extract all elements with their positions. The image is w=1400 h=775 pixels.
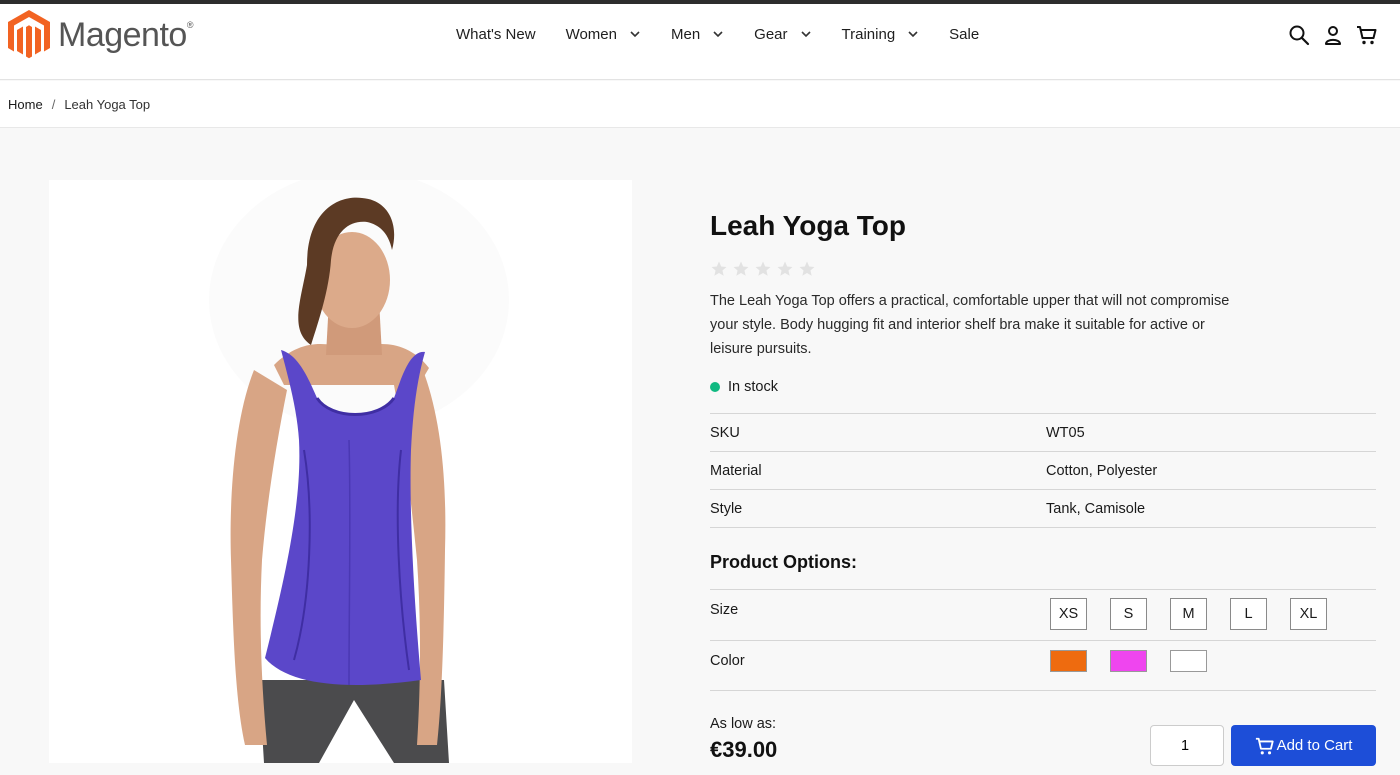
- size-label: Size: [710, 602, 739, 618]
- chevron-down-icon: [713, 31, 723, 38]
- color-swatch-pink[interactable]: [1110, 650, 1147, 672]
- nav-item-gear[interactable]: Gear: [754, 26, 811, 43]
- nav-item-sale[interactable]: Sale: [949, 26, 979, 43]
- magento-logo[interactable]: Magento®: [8, 10, 193, 60]
- size-swatch-xl[interactable]: XL: [1290, 598, 1327, 630]
- magento-logo-icon: [8, 10, 50, 59]
- star-icon: [754, 260, 772, 278]
- site-header: Magento® What's New Women Men Gear Train…: [0, 4, 1400, 80]
- chevron-down-icon: [630, 31, 640, 38]
- header-actions: [1288, 24, 1378, 46]
- breadcrumb: Home / Leah Yoga Top: [8, 97, 150, 112]
- add-to-cart-button[interactable]: Add to Cart: [1231, 725, 1376, 766]
- attribute-value: WT05: [1046, 424, 1085, 441]
- attribute-key: Material: [710, 462, 762, 479]
- nav-item-label: What's New: [456, 25, 536, 43]
- chevron-down-icon: [908, 31, 918, 38]
- cart-icon: [1255, 737, 1274, 754]
- nav-item-label: Sale: [949, 25, 980, 43]
- breadcrumb-bar: Home / Leah Yoga Top: [0, 81, 1400, 128]
- nav-item-men[interactable]: Men: [671, 26, 724, 43]
- logo-wordmark: Magento®: [58, 15, 193, 54]
- color-option-row: Color: [710, 641, 1376, 691]
- color-swatches: [1050, 650, 1207, 672]
- cart-icon[interactable]: [1356, 24, 1378, 46]
- nav-item-whats-new[interactable]: What's New: [456, 26, 536, 43]
- color-label: Color: [710, 653, 745, 669]
- attribute-value: Cotton, Polyester: [1046, 462, 1158, 479]
- table-row: Style Tank, Camisole: [710, 490, 1376, 528]
- stock-indicator-dot: [710, 382, 720, 392]
- size-swatches: XS S M L XL: [1050, 598, 1327, 630]
- color-swatch-orange[interactable]: [1050, 650, 1087, 672]
- search-icon[interactable]: [1288, 24, 1310, 46]
- breadcrumb-separator: /: [51, 97, 56, 112]
- nav-item-women[interactable]: Women: [566, 26, 641, 43]
- nav-item-label: Men: [670, 25, 701, 43]
- product-price: €39.00: [710, 737, 778, 762]
- nav-item-label: Training: [841, 25, 896, 43]
- rating-stars[interactable]: [710, 260, 816, 278]
- star-icon: [776, 260, 794, 278]
- add-to-cart-label: Add to Cart: [1276, 737, 1353, 754]
- star-icon: [710, 260, 728, 278]
- product-photo: [49, 180, 632, 763]
- quantity-input[interactable]: [1150, 725, 1224, 766]
- table-row: SKU WT05: [710, 414, 1376, 452]
- product-image[interactable]: [49, 180, 632, 763]
- size-option-row: Size XS S M L XL: [710, 590, 1376, 641]
- nav-item-training[interactable]: Training: [842, 26, 920, 43]
- attribute-key: SKU: [710, 424, 740, 441]
- attribute-key: Style: [710, 500, 743, 517]
- product-attributes-table: SKU WT05 Material Cotton, Polyester Styl…: [710, 413, 1376, 528]
- main-navigation: What's New Women Men Gear Training Sale: [456, 24, 1009, 44]
- breadcrumb-home-link[interactable]: Home: [8, 97, 43, 112]
- nav-item-label: Gear: [754, 25, 788, 43]
- chevron-down-icon: [800, 31, 811, 38]
- product-title: Leah Yoga Top: [710, 210, 907, 241]
- price-label: As low as:: [710, 716, 777, 732]
- breadcrumb-current: Leah Yoga Top: [64, 97, 151, 112]
- color-swatch-white[interactable]: [1170, 650, 1207, 672]
- star-icon: [798, 260, 816, 278]
- table-row: Material Cotton, Polyester: [710, 452, 1376, 490]
- product-options: Size XS S M L XL Color: [710, 589, 1376, 691]
- size-swatch-m[interactable]: M: [1170, 598, 1207, 630]
- stock-status: In stock: [710, 379, 778, 395]
- stock-label: In stock: [728, 379, 778, 395]
- star-icon: [732, 260, 750, 278]
- size-swatch-s[interactable]: S: [1110, 598, 1147, 630]
- size-swatch-l[interactable]: L: [1230, 598, 1267, 630]
- product-options-heading: Product Options:: [710, 552, 857, 572]
- size-swatch-xs[interactable]: XS: [1050, 598, 1087, 630]
- nav-item-label: Women: [565, 25, 617, 43]
- account-icon[interactable]: [1322, 24, 1344, 46]
- attribute-value: Tank, Camisole: [1046, 500, 1146, 517]
- product-description: The Leah Yoga Top offers a practical, co…: [710, 293, 1230, 357]
